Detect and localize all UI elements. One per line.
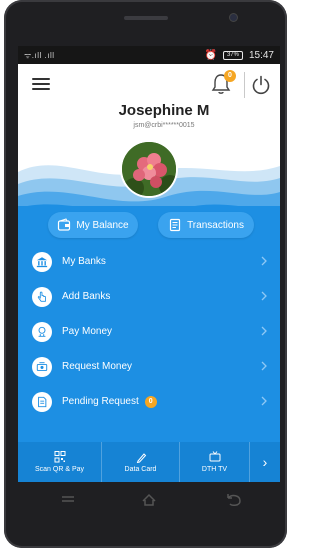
earpiece — [124, 16, 168, 20]
phone-frame: ᯤ.ıll .ıll ⏰ 37% 15:47 0 Josephine M jsm… — [4, 0, 287, 548]
menu-item-label: Pending Request — [62, 396, 139, 407]
status-right: ⏰ 37% 15:47 — [205, 50, 274, 61]
menu-item-label: Add Banks — [62, 291, 111, 302]
signal-indicator: ᯤ.ıll .ıll — [24, 50, 55, 60]
menu-item-request-money[interactable]: Request Money — [18, 349, 280, 384]
nav-label: DTH TV — [201, 466, 228, 473]
nav-data-card[interactable]: Data Card — [102, 442, 180, 482]
front-camera — [230, 14, 237, 21]
top-bar: 0 — [18, 64, 280, 104]
request-money-icon — [32, 356, 52, 377]
menu-item-label: Request Money — [62, 361, 133, 372]
menu-item-pending-request[interactable]: Pending Request 0 — [18, 384, 280, 419]
pay-icon — [32, 321, 52, 342]
transactions-label: Transactions — [187, 219, 244, 231]
tv-icon — [209, 451, 220, 462]
hand-pointer-icon — [32, 286, 52, 307]
nav-scan-qr-pay[interactable]: Scan QR & Pay — [18, 442, 102, 482]
alarm-icon: ⏰ — [204, 49, 217, 61]
nav-more-button[interactable]: › — [250, 442, 280, 482]
notification-badge: 0 — [224, 70, 236, 82]
hardware-keys — [62, 493, 241, 506]
chevron-right-icon — [261, 256, 267, 266]
chevron-right-icon — [261, 396, 267, 406]
chevron-right-icon — [261, 291, 267, 301]
battery-icon: 37% — [222, 50, 243, 60]
pending-count-badge: 0 — [144, 395, 157, 408]
transactions-button[interactable]: Transactions — [158, 212, 254, 238]
bottom-nav: Scan QR & Pay Data Card DTH TV › — [18, 442, 280, 482]
wallet-icon — [58, 218, 71, 231]
nav-dth-tv[interactable]: DTH TV — [180, 442, 250, 482]
menu-item-pay-money[interactable]: Pay Money — [18, 314, 280, 349]
receipt-icon — [169, 218, 181, 232]
menu-item-label: Pay Money — [62, 326, 113, 337]
avatar[interactable] — [120, 140, 178, 198]
chevron-right-icon: › — [262, 454, 268, 470]
status-bar: ᯤ.ıll .ıll ⏰ 37% 15:47 — [18, 46, 280, 64]
profile-name: Josephine M — [118, 102, 210, 119]
power-icon[interactable] — [250, 74, 272, 96]
menu-key-icon[interactable] — [62, 496, 74, 502]
bank-icon — [32, 251, 52, 272]
chevron-right-icon — [261, 326, 267, 336]
menu-icon[interactable] — [32, 78, 50, 90]
nav-label: Data Card — [124, 466, 157, 473]
my-balance-button[interactable]: My Balance — [48, 212, 138, 238]
nav-label: Scan QR & Pay — [34, 466, 85, 473]
pen-icon — [136, 453, 146, 463]
home-key-icon[interactable] — [142, 493, 156, 506]
chevron-right-icon — [261, 361, 267, 371]
my-balance-label: My Balance — [76, 219, 129, 231]
qr-code-icon — [54, 451, 65, 463]
pending-document-icon — [32, 391, 52, 412]
menu-item-my-banks[interactable]: My Banks — [18, 244, 280, 279]
menu-item-label: My Banks — [62, 256, 106, 267]
status-time: 15:47 — [248, 49, 274, 61]
back-key-icon[interactable] — [227, 494, 241, 506]
menu-item-add-banks[interactable]: Add Banks — [18, 279, 280, 314]
app-screen: ᯤ.ıll .ıll ⏰ 37% 15:47 0 Josephine M jsm… — [18, 46, 280, 482]
main-menu: My Banks Add Banks Pay Money Request Mon… — [18, 244, 280, 419]
header-divider — [244, 72, 245, 98]
profile-email: jsm@crbi******0015 — [133, 122, 195, 129]
